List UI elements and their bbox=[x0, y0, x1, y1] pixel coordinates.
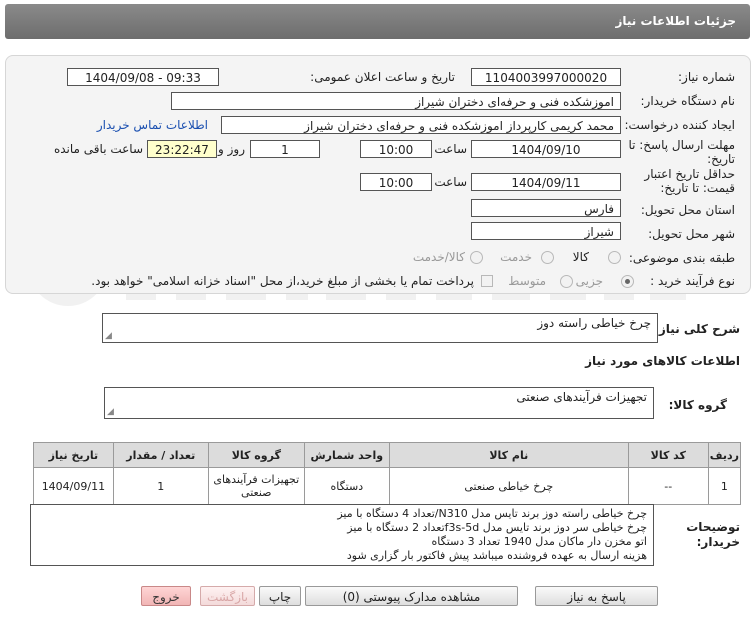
announce-label: تاریخ و ساعت اعلان عمومی: bbox=[310, 70, 455, 84]
category-option-goods-service: کالا/خدمت bbox=[412, 250, 465, 264]
need-details-page: جزئیات اطلاعات نیاز شماره نیاز: 11040039… bbox=[0, 0, 755, 622]
goods-group-label: گروه کالا: bbox=[668, 398, 727, 412]
table-row: 1 -- چرخ خیاطی صنعتی دستگاه تجهیزات فرآی… bbox=[33, 467, 742, 505]
validity-date-field: 1404/09/11 bbox=[471, 173, 621, 191]
back-button[interactable]: بازگشت bbox=[200, 586, 255, 606]
creator-label: ایجاد کننده درخواست: bbox=[624, 118, 735, 132]
col-unit-header: واحد شمارش bbox=[303, 442, 390, 468]
page-title: جزئیات اطلاعات نیاز bbox=[615, 14, 736, 28]
category-option-service: خدمت bbox=[500, 250, 532, 264]
need-number-label: شماره نیاز: bbox=[678, 70, 735, 84]
col-name-header: نام کالا bbox=[388, 442, 629, 468]
col-qty-header: تعداد / مقدار bbox=[112, 442, 209, 468]
buyer-note-line: چرخ خیاطی راسته دوز برند تایس مدل N310/ت… bbox=[337, 507, 647, 520]
cell-date: 1404/09/11 bbox=[33, 467, 114, 505]
print-button[interactable]: چاپ bbox=[259, 586, 301, 606]
remaining-time-label: ساعت باقی مانده bbox=[53, 142, 143, 156]
summary-text: چرخ خیاطی راسته دوز bbox=[537, 316, 651, 330]
goods-group-text: تجهیزات فرآیندهای صنعتی bbox=[516, 390, 647, 404]
process-option-partial: جزیی bbox=[575, 274, 603, 288]
buyer-note-line: هزینه ارسال به عهده فروشنده میباشد پیش ف… bbox=[346, 549, 647, 562]
process-label: نوع فرآیند خرید : bbox=[650, 274, 735, 288]
buyer-note-line: چرخ خیاطی سر دوز برند تایس مدل f3s-5dتعد… bbox=[347, 521, 647, 534]
category-option-goods: کالا bbox=[572, 250, 589, 264]
need-number-field: 1104003997000020 bbox=[471, 68, 621, 86]
goods-info-title: اطلاعات کالاهای مورد نیاز bbox=[585, 354, 740, 368]
validity-label-2: قیمت: تا تاریخ: bbox=[660, 181, 735, 195]
announce-datetime-field: 1404/09/08 - 09:33 bbox=[67, 68, 219, 86]
buyer-org-field: اموزشکده فنی و حرفه‌ای دختران شیراز bbox=[171, 92, 621, 110]
col-code-header: کد کالا bbox=[627, 442, 709, 468]
summary-label: شرح کلی نیاز: bbox=[654, 322, 740, 336]
reply-time-label: ساعت bbox=[434, 142, 467, 156]
page-header: جزئیات اطلاعات نیاز bbox=[5, 4, 750, 39]
exit-button[interactable]: خروج bbox=[141, 586, 191, 606]
reply-deadline-label: مهلت ارسال پاسخ: تا bbox=[628, 138, 735, 152]
category-radio-goods-service[interactable] bbox=[470, 251, 483, 264]
reply-button[interactable]: پاسخ به نیاز bbox=[535, 586, 658, 606]
buyer-notes-label-2: خریدار: bbox=[696, 535, 740, 549]
table-header-row: ردیف کد کالا نام کالا واحد شمارش گروه کا… bbox=[33, 442, 742, 468]
remaining-time-field: 23:22:47 bbox=[147, 140, 217, 158]
buyer-contact-link[interactable]: اطلاعات تماس خریدار bbox=[97, 118, 208, 132]
treasury-payment-note: پرداخت تمام یا بخشی از مبلغ خرید،از محل … bbox=[91, 274, 474, 288]
days-field: 1 bbox=[250, 140, 320, 158]
col-row-header: ردیف bbox=[707, 442, 742, 468]
cell-code: -- bbox=[627, 467, 709, 505]
reply-time-field: 10:00 bbox=[360, 140, 432, 158]
buyer-notes-label: توضیحات bbox=[686, 520, 740, 534]
days-label: روز و bbox=[218, 142, 245, 156]
validity-time-label: ساعت bbox=[434, 175, 467, 189]
buyer-note-line: اتو مخزن دار ماکان مدل 1940 تعداد 3 دستگ… bbox=[431, 535, 647, 548]
buyer-notes-field: چرخ خیاطی راسته دوز برند تایس مدل N310/ت… bbox=[30, 504, 654, 566]
summary-field: چرخ خیاطی راسته دوز ◢ bbox=[102, 313, 658, 343]
cell-qty: 1 bbox=[112, 467, 209, 505]
city-label: شهر محل تحویل: bbox=[648, 227, 735, 241]
category-label: طبقه بندی موضوعی: bbox=[628, 251, 735, 265]
process-option-medium: متوسط bbox=[508, 274, 546, 288]
buyer-org-label: نام دستگاه خریدار: bbox=[640, 94, 736, 108]
city-field: شیراز bbox=[471, 222, 621, 240]
cell-row: 1 bbox=[707, 467, 742, 505]
col-group-header: گروه کالا bbox=[207, 442, 305, 468]
reply-deadline-label-2: تاریخ: bbox=[707, 152, 735, 166]
process-radio-partial[interactable] bbox=[621, 275, 634, 288]
treasury-payment-checkbox[interactable] bbox=[481, 275, 493, 287]
cell-unit: دستگاه bbox=[303, 467, 390, 505]
creator-field: محمد کریمی کارپرداز اموزشکده فنی و حرفه‌… bbox=[221, 116, 621, 134]
cell-group: تجهیزات فرآیندهای صنعتی bbox=[207, 467, 305, 505]
validity-time-field: 10:00 bbox=[360, 173, 432, 191]
items-table: ردیف کد کالا نام کالا واحد شمارش گروه کا… bbox=[33, 442, 742, 505]
col-date-header: تاریخ نیاز bbox=[33, 442, 114, 468]
province-label: استان محل تحویل: bbox=[640, 203, 735, 217]
resize-grip-icon[interactable]: ◢ bbox=[105, 332, 112, 341]
category-radio-service[interactable] bbox=[541, 251, 554, 264]
category-radio-goods[interactable] bbox=[608, 251, 621, 264]
process-radio-medium[interactable] bbox=[560, 275, 573, 288]
resize-grip-icon[interactable]: ◢ bbox=[107, 408, 114, 417]
province-field: فارس bbox=[471, 199, 621, 217]
reply-date-field: 1404/09/10 bbox=[471, 140, 621, 158]
cell-name: چرخ خیاطی صنعتی bbox=[388, 467, 629, 505]
attachments-button[interactable]: مشاهده مدارک پیوستی (0) bbox=[305, 586, 518, 606]
validity-label: حداقل تاریخ اعتبار bbox=[644, 167, 735, 181]
goods-group-field: تجهیزات فرآیندهای صنعتی ◢ bbox=[104, 387, 654, 419]
